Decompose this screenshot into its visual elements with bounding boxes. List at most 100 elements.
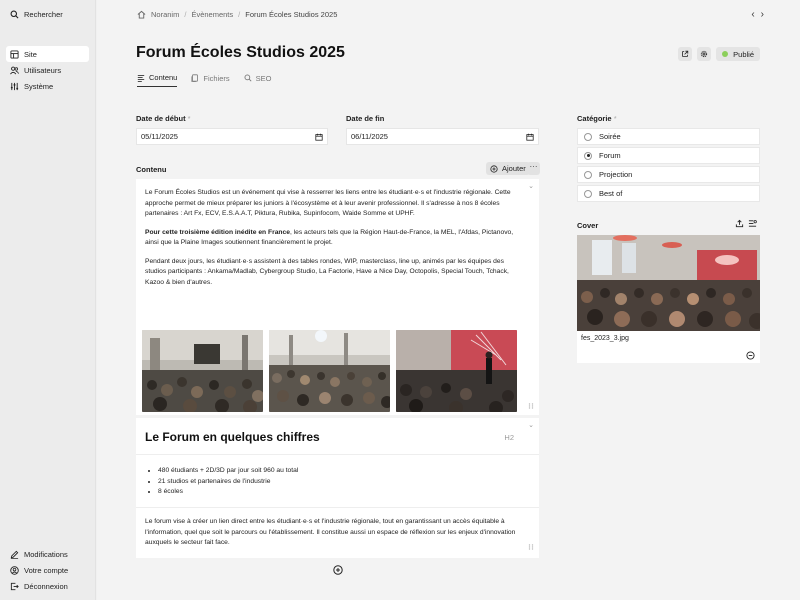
sidebar-item-modifications[interactable]: Modifications	[6, 546, 89, 562]
upload-icon[interactable]	[735, 219, 744, 228]
category-option-label: Projection	[599, 170, 633, 179]
add-block-plus-icon[interactable]	[333, 565, 343, 575]
list-settings-icon[interactable]	[748, 219, 757, 228]
category-option-projection[interactable]: Projection	[577, 166, 760, 183]
sidebar-item-logout[interactable]: Déconnexion	[6, 578, 89, 594]
open-external-button[interactable]	[678, 47, 693, 61]
radio-button[interactable]	[584, 132, 592, 141]
tab-label: Contenu	[149, 73, 178, 82]
divider	[136, 454, 539, 455]
breadcrumb-item[interactable]: Évènements	[191, 10, 233, 19]
tabs: Contenu Fichiers SEO	[137, 73, 271, 87]
cover-actions	[735, 219, 757, 228]
start-date-field[interactable]: 05/11/2025	[136, 128, 328, 145]
settings-button[interactable]	[697, 47, 712, 61]
category-option-forum[interactable]: Forum	[577, 147, 760, 164]
end-date-field[interactable]: 06/11/2025	[346, 128, 539, 145]
list-item: 8 écoles	[158, 487, 298, 498]
nav-arrows: ‹ ›	[751, 9, 764, 20]
cover-filename: fes_2023_3.jpg	[581, 335, 629, 342]
list-item: 21 studios et partenaires de l'industrie	[158, 477, 298, 488]
radio-button[interactable]	[584, 170, 592, 179]
category-option-label: Forum	[599, 151, 621, 160]
sidebar-item-account[interactable]: Votre compte	[6, 562, 89, 578]
tab-seo[interactable]: SEO	[244, 73, 272, 87]
tab-label: SEO	[255, 73, 272, 83]
category-option-soiree[interactable]: Soirée	[577, 128, 760, 145]
search-icon	[244, 74, 252, 82]
chevron-left-icon[interactable]: ‹	[751, 9, 754, 20]
start-date-value: 05/11/2025	[141, 132, 178, 141]
heading-block[interactable]: ⌄ Le Forum en quelques chiffres H2 480 é…	[136, 418, 539, 558]
paragraph[interactable]: Le forum vise à créer un lien direct ent…	[145, 517, 520, 549]
divider	[136, 507, 539, 508]
cover-card[interactable]: fes_2023_3.jpg	[577, 235, 765, 363]
category-label-text: Catégorie	[577, 114, 612, 123]
sidebar-item-label: Déconnexion	[24, 581, 68, 591]
category-option-best-of[interactable]: Best of	[577, 185, 760, 202]
cover-image	[577, 235, 765, 331]
home-icon[interactable]	[137, 10, 146, 19]
remove-circle-icon[interactable]	[746, 351, 755, 360]
search-button[interactable]: Rechercher	[6, 6, 89, 22]
add-block-button[interactable]: Ajouter	[486, 162, 530, 175]
event-photo-3[interactable]	[396, 330, 517, 412]
category-option-label: Soirée	[599, 132, 621, 141]
paragraph: Le Forum Écoles Studios est un événement…	[145, 189, 511, 217]
status-label: Publié	[733, 49, 754, 59]
logout-icon	[10, 582, 19, 591]
sliders-icon	[10, 82, 19, 91]
search-label: Rechercher	[24, 9, 63, 19]
plus-circle-icon	[490, 164, 498, 173]
chevron-right-icon[interactable]: ›	[761, 9, 764, 20]
end-date-value: 06/11/2025	[351, 132, 388, 141]
external-link-icon	[682, 50, 689, 57]
breadcrumb: Noranim / Évènements / Forum Écoles Stud…	[137, 10, 337, 19]
more-options-button[interactable]: ···	[527, 162, 540, 175]
text-lines-icon	[137, 74, 145, 82]
status-dot	[722, 51, 729, 57]
end-date-label: Date de fin	[346, 114, 385, 123]
paragraph: Pendant deux jours, les étudiant·e·s ass…	[145, 257, 509, 286]
heading-title[interactable]: Le Forum en quelques chiffres	[145, 430, 320, 444]
status-badge[interactable]: Publié	[716, 47, 760, 61]
tab-contenu[interactable]: Contenu	[137, 73, 178, 87]
sidebar-item-label: Site	[24, 49, 37, 59]
breadcrumb-item[interactable]: Noranim	[151, 10, 179, 19]
block-text[interactable]: Le Forum Écoles Studios est un événement…	[145, 188, 515, 296]
sidebar-item-system[interactable]: Système	[6, 78, 89, 94]
event-photo-1[interactable]	[142, 330, 263, 412]
sidebar-item-users[interactable]: Utilisateurs	[6, 62, 89, 78]
content-label: Contenu	[136, 165, 167, 174]
text-block[interactable]: ⌄ Le Forum Écoles Studios est un événeme…	[136, 179, 539, 415]
layout-icon	[10, 49, 19, 59]
radio-button[interactable]	[584, 189, 592, 198]
event-photo-2[interactable]	[269, 330, 390, 412]
chevron-down-icon[interactable]: ⌄	[528, 421, 534, 429]
bullet-list[interactable]: 480 étudiants + 2D/3D par jour soit 960 …	[158, 466, 298, 498]
add-label: Ajouter	[502, 164, 526, 173]
gear-icon	[701, 50, 708, 58]
tab-fichiers[interactable]: Fichiers	[191, 73, 230, 87]
breadcrumb-separator: /	[238, 10, 241, 19]
chevron-down-icon[interactable]: ⌄	[528, 182, 534, 190]
calendar-icon[interactable]	[526, 133, 534, 141]
category-option-label: Best of	[599, 189, 623, 198]
paragraph-bold: Pour cette troisième édition inédite en …	[145, 228, 290, 236]
drag-handle-icon[interactable]	[528, 544, 534, 550]
sidebar-item-site[interactable]: Site	[6, 46, 89, 62]
breadcrumb-current: Forum Écoles Studios 2025	[245, 10, 338, 19]
drag-handle-icon[interactable]	[528, 403, 534, 409]
sidebar-item-label: Utilisateurs	[24, 65, 62, 75]
calendar-icon[interactable]	[315, 133, 323, 141]
sidebar: Rechercher Site Utilisateurs Système Mod…	[0, 0, 96, 600]
users-icon	[10, 66, 19, 75]
sidebar-item-label: Système	[24, 81, 54, 91]
breadcrumb-separator: /	[184, 10, 187, 19]
sidebar-item-label: Votre compte	[24, 565, 69, 575]
files-icon	[191, 74, 199, 82]
pencil-icon	[10, 550, 19, 559]
radio-button-selected[interactable]	[584, 151, 592, 160]
paragraph: Pour cette troisième édition inédite en …	[145, 228, 515, 249]
start-date-label-text: Date de début	[136, 114, 186, 123]
